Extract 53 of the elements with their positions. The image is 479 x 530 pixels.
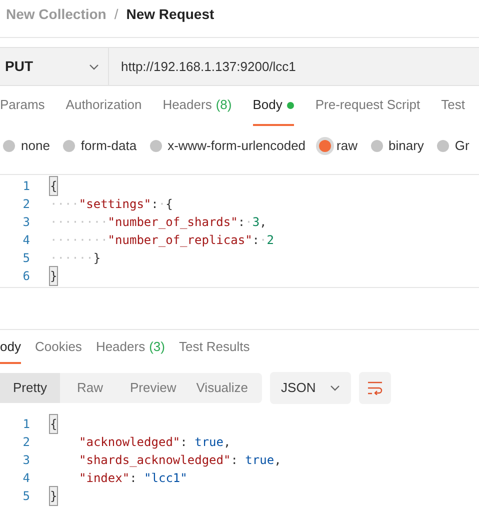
radio-button[interactable]	[150, 140, 162, 152]
code-line: "index": "lcc1"	[78, 470, 188, 487]
line-number: 1	[22, 416, 31, 433]
line-number: 3	[22, 214, 31, 231]
line-number: 5	[22, 488, 31, 505]
line-number: 2	[22, 434, 31, 451]
code-line: "acknowledged": true,	[78, 434, 231, 451]
radio-option[interactable]: form-data	[62, 136, 137, 156]
request-tab[interactable]: Pre-request Script	[315, 86, 420, 126]
radio-option[interactable]: none	[3, 136, 50, 156]
response-tab[interactable]: Test Results	[178, 331, 250, 364]
radio-option[interactable]: raw	[318, 136, 358, 156]
url-field[interactable]: http://192.168.1.137:9200/lcc1	[109, 48, 296, 85]
line-number: 4	[22, 232, 31, 249]
chevron-down-icon	[89, 64, 99, 70]
line-number: 4	[22, 470, 31, 487]
radio-button[interactable]	[436, 140, 449, 152]
radio-button[interactable]	[318, 140, 331, 152]
radio-button[interactable]	[3, 140, 15, 152]
request-tab[interactable]: Params	[0, 86, 45, 126]
line-number: 6	[22, 268, 31, 285]
response-tab[interactable]: ody	[0, 331, 21, 364]
radio-button[interactable]	[62, 140, 75, 152]
request-tab[interactable]: Test	[441, 86, 465, 126]
code-line: ····"settings":·{	[49, 196, 173, 213]
chevron-down-icon	[330, 385, 340, 391]
line-number: 1	[22, 178, 31, 195]
format-dropdown[interactable]: JSON	[270, 372, 351, 404]
view-mode-tab[interactable]: Pretty	[0, 373, 60, 403]
response-tab[interactable]: Headers (3)	[96, 331, 165, 364]
breadcrumb-separator: /	[114, 4, 118, 24]
method-dropdown[interactable]: PUT	[0, 48, 109, 85]
code-line: ········"number_of_shards":·3,	[49, 214, 267, 231]
radio-button[interactable]	[370, 140, 382, 152]
code-line: ········"number_of_replicas":·2	[49, 232, 274, 249]
line-number: 3	[22, 452, 31, 469]
request-title: New Request	[126, 4, 214, 24]
radio-option[interactable]: binary	[370, 136, 424, 156]
radio-option[interactable]: Gr	[436, 136, 470, 156]
wrap-lines-icon	[366, 381, 383, 395]
code-line: "shards_acknowledged": true,	[78, 452, 282, 469]
request-tab[interactable]: Authorization	[66, 86, 142, 126]
view-mode-tab[interactable]: Visualize	[186, 373, 262, 403]
line-number: 2	[22, 196, 31, 213]
line-number: 5	[22, 250, 31, 267]
code-line: ······}	[49, 250, 101, 267]
view-mode-tab[interactable]: Preview	[120, 373, 186, 403]
request-tab[interactable]: Body	[252, 86, 294, 126]
wrap-button[interactable]	[358, 372, 391, 404]
response-tab[interactable]: Cookies	[34, 331, 82, 364]
radio-option[interactable]: x-www-form-urlencoded	[150, 136, 306, 156]
view-mode-tab[interactable]: Raw	[60, 373, 120, 403]
request-tab[interactable]: Headers (8)	[162, 86, 232, 126]
